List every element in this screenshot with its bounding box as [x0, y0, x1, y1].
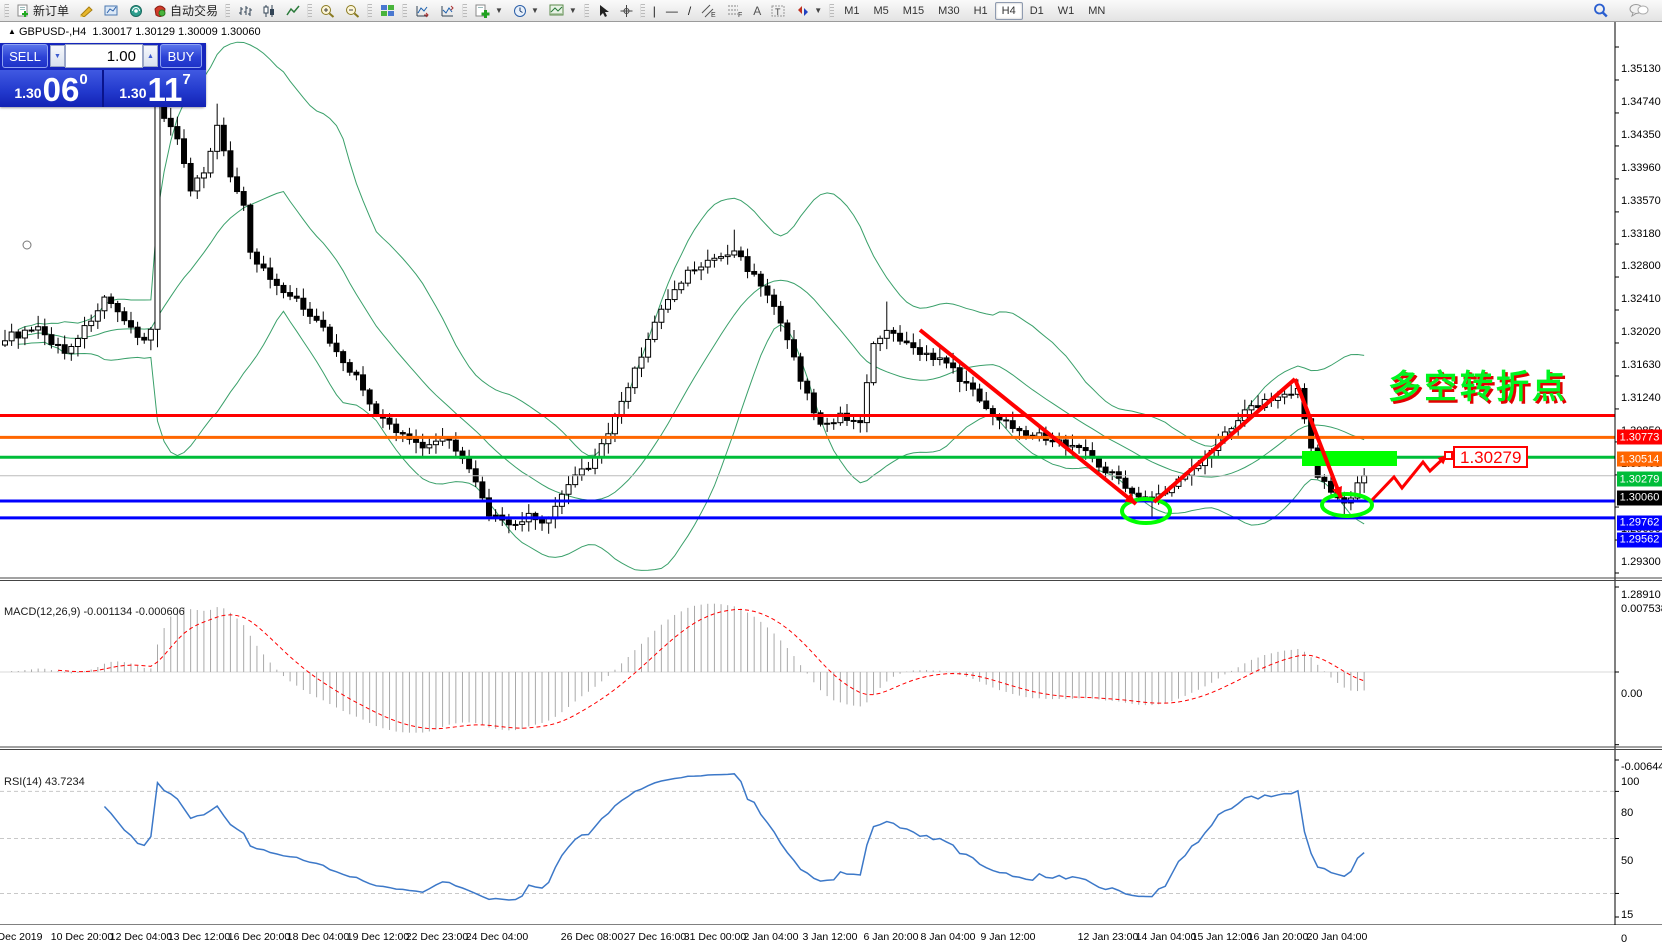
sell-price-big: 06 — [43, 75, 80, 105]
sell-button[interactable]: SELL — [2, 44, 48, 68]
timeframe-button-W1[interactable]: W1 — [1051, 2, 1082, 20]
zoom-in-button[interactable] — [315, 1, 340, 21]
signal-icon — [129, 4, 143, 17]
toolbar: 新订单 自动交易 — [0, 0, 1662, 22]
crayon-button[interactable] — [74, 1, 99, 21]
bar-chart-button[interactable] — [233, 1, 257, 21]
chat-button[interactable] — [1624, 1, 1654, 21]
volume-decrease-button[interactable]: ▼ — [50, 45, 65, 67]
buy-price-prefix: 1.30 — [119, 85, 146, 101]
mt4-window: 新订单 自动交易 — [0, 0, 1662, 947]
crosshair-icon — [620, 4, 633, 18]
sell-price-sup: 0 — [79, 71, 87, 88]
clock-icon — [513, 4, 527, 18]
trendline-button[interactable]: / — [683, 1, 696, 21]
timeframe-button-D1[interactable]: D1 — [1023, 2, 1051, 20]
indicator-window-button[interactable] — [410, 1, 435, 21]
timeframe-button-M30[interactable]: M30 — [931, 2, 966, 20]
autotrade-icon — [153, 4, 167, 17]
tile-windows-button[interactable] — [375, 1, 400, 21]
buy-price-sup: 7 — [182, 71, 190, 88]
chart-graphics — [0, 22, 1662, 947]
tile-windows-icon — [380, 4, 395, 18]
svg-text:T: T — [775, 7, 781, 17]
autotrade-button[interactable]: 自动交易 — [148, 1, 223, 21]
buy-button[interactable]: BUY — [160, 44, 202, 68]
line-chart-button[interactable] — [281, 1, 305, 21]
new-order-button[interactable]: 新订单 — [12, 1, 74, 21]
toolbar-drag-handle[interactable] — [4, 4, 9, 18]
cursor-button[interactable] — [592, 1, 615, 21]
new-order-label: 新订单 — [33, 2, 69, 19]
sell-price-prefix: 1.30 — [14, 85, 41, 101]
template-caret: ▼ — [569, 6, 577, 15]
search-button[interactable] — [1588, 1, 1614, 21]
signal-button[interactable] — [124, 1, 148, 21]
cursor-icon — [597, 4, 610, 18]
chart-canvas[interactable]: ▲ GBPUSD-,H4 1.30017 1.30129 1.30009 1.3… — [0, 22, 1662, 947]
volume-input[interactable] — [65, 44, 143, 68]
chat-icon — [1629, 3, 1649, 18]
crayon-icon — [79, 4, 94, 17]
indicator-window-icon — [415, 4, 430, 18]
shapes-icon — [796, 4, 810, 18]
charts-icon — [104, 4, 119, 17]
timeframe-button-M15[interactable]: M15 — [896, 2, 931, 20]
fibonacci-button[interactable]: F — [722, 1, 748, 21]
zoom-out-button[interactable] — [340, 1, 365, 21]
fibonacci-icon: F — [727, 4, 743, 18]
volume-increase-button[interactable]: ▲ — [143, 45, 158, 67]
svg-text:F: F — [738, 12, 742, 18]
text-label-button[interactable]: T — [766, 1, 791, 21]
autotrade-label: 自动交易 — [170, 2, 218, 19]
template-button[interactable]: ▼ — [544, 1, 582, 21]
period-caret: ▼ — [531, 6, 539, 15]
zoom-in-icon — [320, 4, 335, 18]
svg-text:E: E — [711, 12, 716, 18]
one-click-trading-panel: SELL ▼ ▲ BUY 1.30 06 0 1.30 11 7 — [0, 43, 206, 107]
timeframe-button-H1[interactable]: H1 — [967, 2, 995, 20]
timeframe-button-M5[interactable]: M5 — [866, 2, 895, 20]
data-window-icon — [440, 4, 455, 18]
timeframe-button-H4[interactable]: H4 — [995, 2, 1023, 20]
candlestick-chart-button[interactable] — [257, 1, 281, 21]
add-indicator-button[interactable]: ▼ — [470, 1, 508, 21]
timeframe-button-M1[interactable]: M1 — [837, 2, 866, 20]
data-window-button[interactable] — [435, 1, 460, 21]
vertical-line-button[interactable]: | — [648, 1, 661, 21]
add-indicator-caret: ▼ — [495, 6, 503, 15]
search-icon — [1593, 3, 1609, 18]
new-order-icon — [17, 4, 30, 17]
channel-icon: E — [701, 4, 717, 18]
buy-price[interactable]: 1.30 11 7 — [104, 70, 206, 107]
period-button[interactable]: ▼ — [508, 1, 544, 21]
zoom-out-icon — [345, 4, 360, 18]
crosshair-button[interactable] — [615, 1, 638, 21]
sell-price[interactable]: 1.30 06 0 — [0, 70, 104, 107]
bar-chart-icon — [238, 4, 252, 18]
line-chart-icon — [286, 4, 300, 18]
text-label-icon: T — [771, 4, 786, 18]
channel-button[interactable]: E — [696, 1, 722, 21]
candlestick-chart-icon — [262, 4, 276, 18]
text-button[interactable]: A — [748, 1, 766, 21]
template-icon — [549, 4, 565, 17]
timeframe-button-MN[interactable]: MN — [1081, 2, 1112, 20]
horizontal-line-button[interactable]: — — [661, 1, 683, 21]
add-indicator-icon — [475, 4, 491, 18]
shapes-button[interactable]: ▼ — [791, 1, 827, 21]
buy-price-big: 11 — [148, 75, 183, 105]
charts-button[interactable] — [99, 1, 124, 21]
shapes-caret: ▼ — [814, 6, 822, 15]
